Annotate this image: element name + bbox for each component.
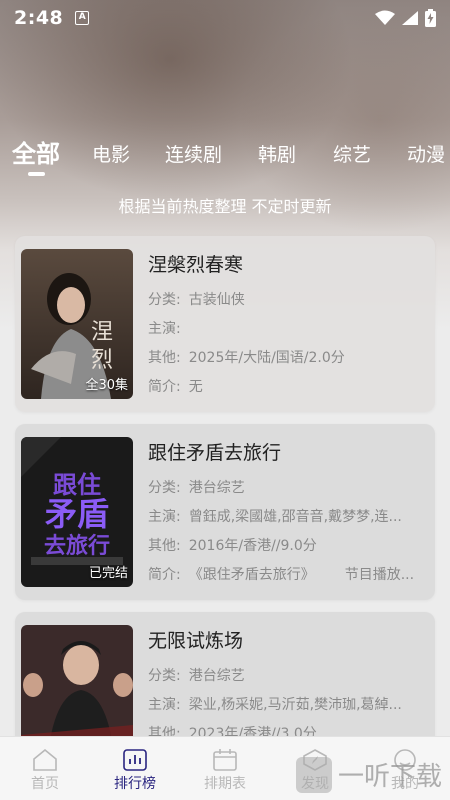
watermark: 一听下载 (295, 756, 442, 793)
tab-indicator (28, 172, 45, 176)
ranking-subtitle: 根据当前热度整理 不定时更新 (118, 197, 332, 216)
watermark-text: 一听下载 (337, 762, 442, 792)
nav-home-label: 首页 (31, 776, 59, 792)
home-icon (33, 749, 57, 771)
notification-icon: A (75, 11, 90, 25)
svg-text:烈: 烈 (91, 348, 113, 373)
category-tabs: 全部 电影 连续剧 韩剧 综艺 动漫 (0, 132, 450, 182)
nav-ranking[interactable]: 排行榜 (90, 737, 180, 800)
show-title: 无限试炼场 (148, 630, 244, 652)
show-title: 涅槃烈春寒 (148, 254, 244, 276)
other-label: 其他: (148, 538, 181, 554)
intro-label: 简介: (148, 567, 181, 583)
tab-movie[interactable]: 电影 (92, 140, 130, 167)
category-value: 港台综艺 (188, 668, 245, 684)
watermark-logo-icon (295, 756, 332, 793)
nav-schedule-label: 排期表 (204, 776, 246, 792)
tab-series[interactable]: 连续剧 (165, 140, 222, 167)
cast-label: 主演: (148, 321, 181, 337)
tab-anime[interactable]: 动漫 (407, 140, 445, 167)
cast-label: 主演: (148, 509, 181, 525)
category-label: 分类: (148, 292, 181, 308)
show-title: 跟住矛盾去旅行 (148, 442, 282, 464)
intro-extra: 节目播放... (344, 567, 415, 583)
other-label: 其他: (148, 350, 181, 366)
intro-value: 《跟住矛盾去旅行》 (188, 567, 315, 583)
intro-value: 无 (188, 379, 203, 395)
cast-value: 曾鈺成,梁國雄,邵音音,戴梦梦,连... (188, 509, 402, 525)
signal-icon (402, 11, 418, 25)
status-time: 2:48 (14, 7, 64, 29)
wifi-icon (375, 10, 395, 25)
tab-korean[interactable]: 韩剧 (258, 140, 296, 167)
show-card[interactable]: 跟住 矛盾 去旅行 已完结 跟住矛盾去旅行 分类: 港台综艺 主演: 曾鈺成,梁國雄… (15, 424, 435, 600)
poster-image: 跟住 矛盾 去旅行 已完结 (21, 437, 133, 587)
category-label: 分类: (148, 668, 181, 684)
svg-text:去旅行: 去旅行 (44, 533, 110, 559)
category-value: 港台综艺 (188, 480, 245, 496)
nav-schedule[interactable]: 排期表 (180, 737, 270, 800)
category-value: 古装仙侠 (188, 292, 245, 308)
cast-label: 主演: (148, 697, 181, 713)
nav-ranking-label: 排行榜 (114, 776, 156, 792)
tab-variety[interactable]: 综艺 (333, 140, 371, 167)
calendar-icon (213, 749, 237, 771)
show-card[interactable]: 涅 烈 全30集 涅槃烈春寒 分类: 古装仙侠 主演: 其他: 2025年/大陆/国… (15, 236, 435, 412)
chart-icon (123, 749, 147, 771)
battery-charging-icon (425, 9, 436, 27)
status-bar: 2:48 A (0, 0, 450, 36)
status-badge: 已完结 (88, 566, 128, 581)
nav-home[interactable]: 首页 (0, 737, 90, 800)
poster-image: 涅 烈 全30集 (21, 249, 133, 399)
tab-all[interactable]: 全部 (12, 134, 60, 169)
category-label: 分类: (148, 480, 181, 496)
intro-label: 简介: (148, 379, 181, 395)
other-value: 2025年/大陆/国语/2.0分 (188, 350, 345, 366)
episode-badge: 全30集 (85, 378, 128, 393)
other-value: 2016年/香港//9.0分 (188, 538, 317, 554)
cast-value: 梁业,杨采妮,马沂茹,樊沛珈,葛綽... (188, 697, 402, 713)
svg-text:矛盾: 矛盾 (45, 495, 109, 533)
svg-text:涅: 涅 (91, 320, 113, 345)
